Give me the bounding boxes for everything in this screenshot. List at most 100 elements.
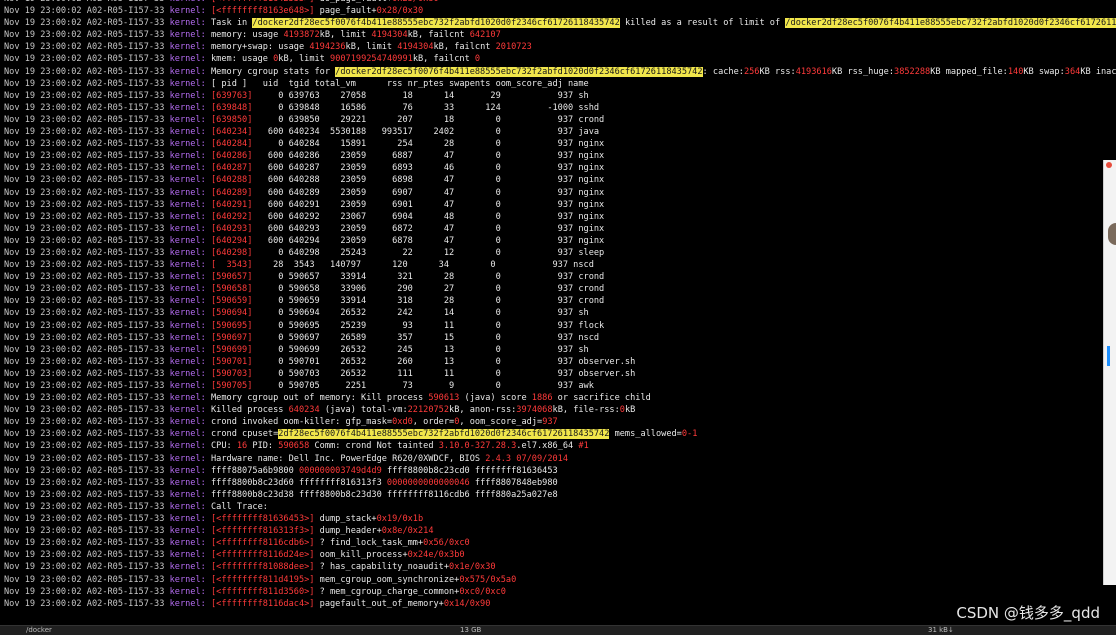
log-segment: 0 590705 2251 73 9 0 937 awk (252, 381, 594, 391)
log-line: Nov 19 23:00:02 A02-R05-I157-33 kernel: … (4, 150, 1116, 162)
log-line: Nov 19 23:00:02 A02-R05-I157-33 kernel: … (4, 199, 1116, 211)
log-segment: 140 (1007, 66, 1024, 77)
log-line: Nov 19 23:00:02 A02-R05-I157-33 kernel: … (4, 29, 1116, 41)
log-hostname: A02-R05-I157-33 (86, 381, 170, 391)
log-kernel-tag: kernel: (169, 18, 211, 29)
log-line: Nov 19 23:00:02 A02-R05-I157-33 kernel: … (4, 295, 1116, 307)
log-segment: 642107 (469, 30, 501, 41)
log-kernel-tag: kernel: (169, 199, 211, 210)
log-line: Nov 19 23:00:02 A02-R05-I157-33 kernel: … (4, 247, 1116, 259)
log-hostname: A02-R05-I157-33 (86, 211, 170, 222)
log-hostname: A02-R05-I157-33 (86, 187, 170, 198)
log-timestamp: Nov 19 23:00:02 (4, 441, 87, 452)
close-icon[interactable] (1106, 162, 1112, 168)
log-segment: 3974068 (516, 405, 553, 416)
log-segment: KB inactive_ano (1080, 66, 1116, 77)
log-line: Nov 19 23:00:02 A02-R05-I157-33 kernel: … (4, 174, 1116, 186)
log-timestamp: Nov 19 23:00:02 (4, 30, 87, 41)
log-timestamp: Nov 19 23:00:02 (4, 78, 87, 89)
log-kernel-tag: kernel: (169, 127, 211, 138)
log-segment: 0x575/0x5a0 (459, 574, 517, 585)
log-segment: 3.10.0-327.28.3 (438, 441, 517, 452)
log-segment: 4194304 (397, 42, 434, 53)
log-kernel-tag: kernel: (169, 465, 211, 476)
log-segment: 590658 (278, 441, 310, 452)
log-segment: 000000003749d4d9 (298, 465, 382, 476)
log-timestamp: Nov 19 23:00:02 (4, 526, 87, 537)
log-hostname: A02-R05-I157-33 (86, 320, 170, 331)
log-hostname: A02-R05-I157-33 (86, 78, 170, 89)
log-kernel-tag: kernel: (170, 0, 211, 4)
log-kernel-tag: kernel: (169, 260, 211, 271)
log-segment: 0 590697 26589 357 15 0 937 nscd (252, 332, 600, 343)
log-segment: memory: usage (211, 30, 284, 41)
log-segment: [ pid ] uid tgid total_vm rss nr_ptes sw… (211, 78, 589, 89)
log-timestamp: Nov 19 23:00:02 (4, 114, 87, 125)
log-segment: 2df28ec5f0076f4b411e88555ebc732f2abfd102… (821, 18, 1116, 29)
log-line: Nov 19 23:00:02 A02-R05-I157-33 kernel: … (4, 320, 1116, 332)
log-hostname: A02-R05-I157-33 (86, 247, 170, 258)
log-kernel-tag: kernel: (169, 598, 211, 609)
log-segment: [639848] (211, 102, 253, 113)
log-segment: 0x56/0xc0 (423, 538, 470, 549)
log-kernel-tag: kernel: (169, 550, 211, 561)
log-segment: Task in (211, 18, 253, 29)
log-line: Nov 19 23:00:02 A02-R05-I157-33 kernel: … (4, 78, 1116, 90)
log-timestamp: Nov 19 23:00:02 (4, 42, 87, 53)
log-segment: , order= (412, 417, 455, 428)
log-segment: [<ffffffff811d3560>] (211, 586, 320, 597)
log-segment: [<ffffffff811d4195>] (211, 574, 320, 585)
log-kernel-tag: kernel: (169, 272, 211, 283)
log-segment: 4193872 (283, 30, 320, 41)
log-line: Nov 19 23:00:02 A02-R05-I157-33 kernel: … (4, 102, 1116, 114)
log-segment: KB swap: (1023, 66, 1065, 77)
log-timestamp: Nov 19 23:00:02 (4, 574, 87, 585)
log-segment: 2df28ec5f0076f4b411e88555ebc732f2abfd102… (288, 18, 620, 29)
log-hostname: A02-R05-I157-33 (86, 175, 170, 186)
log-hostname: A02-R05-I157-33 (86, 272, 170, 283)
log-timestamp: Nov 19 23:00:02 (4, 501, 87, 512)
log-segment: [<ffffffff8116d24e>] (211, 550, 320, 561)
log-segment: .el7.x86_64 (516, 441, 579, 452)
log-segment: Comm: crond Not tainted (309, 441, 439, 452)
log-timestamp: Nov 19 23:00:02 (4, 260, 87, 271)
log-segment: kB (624, 405, 636, 416)
log-line: Nov 19 23:00:02 A02-R05-I157-33 kernel: … (4, 344, 1116, 356)
log-segment: 0x28/0x30 (376, 6, 424, 17)
scroll-indicator[interactable] (1107, 346, 1110, 366)
log-hostname: A02-R05-I157-33 (86, 332, 170, 343)
log-hostname: A02-R05-I157-33 (86, 235, 170, 246)
log-line: Nov 19 23:00:02 A02-R05-I157-33 kernel: … (4, 513, 1116, 525)
log-segment: 0x8e/0x214 (381, 526, 434, 537)
log-line: Nov 19 23:00:02 A02-R05-I157-33 kernel: … (4, 574, 1116, 586)
log-segment: : cache: (702, 66, 744, 77)
terminal-output: Nov 19 23:00:02 A02-R05-I157-33 kernel: … (4, 0, 1116, 610)
log-timestamp: Nov 19 23:00:02 (4, 417, 87, 428)
log-kernel-tag: kernel: (169, 320, 211, 331)
log-segment: 0-1 (681, 429, 698, 440)
log-kernel-tag: kernel: (169, 102, 211, 113)
log-timestamp: Nov 19 23:00:02 (4, 453, 87, 464)
log-segment: /docker (785, 18, 822, 29)
log-segment: [590694] (211, 308, 253, 319)
log-timestamp: Nov 19 23:00:02 (4, 6, 87, 17)
log-segment: page_fault+ (319, 6, 377, 17)
log-timestamp: Nov 19 23:00:02 (4, 296, 87, 307)
log-timestamp: Nov 19 23:00:02 (4, 127, 87, 138)
log-segment: Hardware name: Dell Inc. PowerEdge R620/… (211, 453, 486, 464)
log-hostname: A02-R05-I157-33 (86, 501, 170, 512)
log-segment: 937 (542, 417, 558, 428)
log-segment: /docker (335, 66, 372, 77)
log-segment: 22120752 (407, 405, 450, 416)
log-hostname: A02-R05-I157-33 (86, 538, 170, 549)
log-timestamp: Nov 19 23:00:02 (4, 308, 87, 319)
log-segment: 16 (236, 441, 248, 452)
log-segment: 0 639850 29221 207 18 0 937 crond (252, 114, 605, 125)
log-timestamp: Nov 19 23:00:02 (4, 247, 87, 258)
log-segment: [<ffffffff81088dee>] (211, 562, 320, 573)
log-segment: [590657] (211, 272, 253, 283)
log-hostname: A02-R05-I157-33 (86, 114, 170, 125)
log-segment: 364 (1064, 66, 1081, 77)
log-hostname: A02-R05-I157-33 (86, 562, 170, 573)
log-line: Nov 19 23:00:02 A02-R05-I157-33 kernel: … (4, 332, 1116, 344)
